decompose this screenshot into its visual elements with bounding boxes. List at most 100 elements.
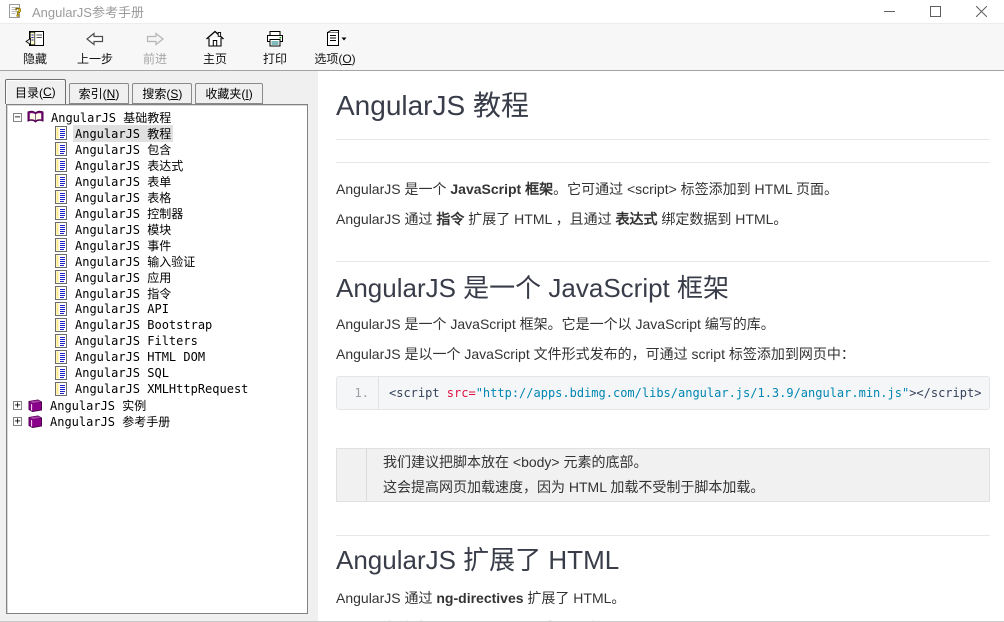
tree-item-label[interactable]: AngularJS Filters [73, 334, 200, 348]
tree-item-label[interactable]: AngularJS 输入验证 [73, 253, 197, 270]
forward-button-label: 前进 [143, 50, 167, 67]
code-line: <script src="http://apps.bdimg.com/libs/… [379, 377, 989, 409]
page-icon [55, 238, 68, 253]
extend-paragraph: AngularJS 通过 ng-directives 扩展了 HTML。 [336, 584, 990, 612]
tree-item-label[interactable]: AngularJS SQL [73, 366, 171, 380]
expand-icon[interactable]: + [13, 401, 22, 410]
options-button-label: 选项(O) [314, 50, 355, 67]
intro-paragraph: AngularJS 通过 指令 扩展了 HTML ，且通过 表达式 绑定数据到 … [336, 205, 990, 233]
tab-favorites[interactable]: 收藏夹(I) [195, 83, 262, 104]
framework-paragraph: AngularJS 是一个 JavaScript 框架。它是一个以 JavaSc… [336, 310, 990, 338]
tree-item[interactable]: AngularJS 包含 [9, 141, 305, 157]
page-icon [55, 302, 68, 317]
tree-item[interactable]: AngularJS 表单 [9, 173, 305, 189]
contents-tree: −AngularJS 基础教程AngularJS 教程AngularJS 包含A… [6, 104, 308, 614]
hide-button[interactable]: 隐藏 [6, 25, 64, 69]
tree-item[interactable]: AngularJS Bootstrap [9, 317, 305, 333]
page-icon [55, 190, 68, 205]
tree-item[interactable]: + AngularJS 参考手册 [9, 413, 305, 429]
tree-item[interactable]: AngularJS Filters [9, 333, 305, 349]
maximize-button[interactable] [912, 0, 958, 23]
tree-item[interactable]: AngularJS 模块 [9, 221, 305, 237]
print-button-label: 打印 [263, 50, 287, 67]
note-gutter [337, 449, 367, 501]
tree-item-label[interactable]: AngularJS HTML DOM [73, 350, 207, 364]
back-button[interactable]: 上一步 [66, 25, 124, 69]
home-button-label: 主页 [203, 50, 227, 67]
tree-item-label[interactable]: AngularJS 教程 [73, 125, 173, 142]
book-closed-icon [27, 415, 43, 428]
tree-item-label[interactable]: AngularJS 表单 [73, 173, 173, 190]
hide-icon [25, 28, 46, 50]
home-button[interactable]: 主页 [186, 25, 244, 69]
expand-icon[interactable]: + [13, 417, 22, 426]
page-icon [55, 366, 68, 381]
section-heading-framework: AngularJS 是一个 JavaScript 框架 [336, 273, 990, 304]
forward-button[interactable]: 前进 [126, 25, 184, 69]
nav-tabs: 目录(C) 索引(N) 搜索(S) 收藏夹(I) [5, 79, 266, 104]
tree-item-label[interactable]: AngularJS 应用 [73, 269, 173, 286]
print-icon [264, 28, 286, 50]
tab-contents[interactable]: 目录(C) [5, 79, 66, 104]
tree-item[interactable]: AngularJS 表格 [9, 189, 305, 205]
tree-item-label[interactable]: AngularJS 事件 [73, 237, 173, 254]
page-icon [55, 174, 68, 189]
page-icon [55, 318, 68, 333]
tree-item[interactable]: AngularJS 控制器 [9, 205, 305, 221]
collapse-icon[interactable]: − [13, 113, 22, 122]
page-title: AngularJS 教程 [336, 89, 990, 122]
tree-item-label[interactable]: AngularJS 参考手册 [48, 413, 172, 430]
tree-item-label[interactable]: AngularJS XMLHttpRequest [73, 382, 250, 396]
tree-item-label[interactable]: AngularJS 实例 [48, 397, 148, 414]
tree-item-label[interactable]: AngularJS 指令 [73, 285, 173, 302]
tree-item[interactable]: − AngularJS 基础教程 [9, 109, 305, 125]
page-icon [55, 126, 68, 141]
close-button[interactable] [958, 0, 1004, 23]
page-icon [55, 222, 68, 237]
tree-item-label[interactable]: AngularJS API [73, 302, 171, 316]
page-icon [55, 158, 68, 173]
tree-item[interactable]: AngularJS 输入验证 [9, 253, 305, 269]
divider [336, 139, 990, 140]
hide-button-label: 隐藏 [23, 50, 47, 67]
divider [336, 535, 990, 536]
tree-item[interactable]: + AngularJS 实例 [9, 397, 305, 413]
navigation-pane: 目录(C) 索引(N) 搜索(S) 收藏夹(I) − AngularJS 基础教程… [0, 71, 318, 621]
tree-item[interactable]: AngularJS 应用 [9, 269, 305, 285]
minimize-button[interactable] [866, 0, 912, 23]
print-button[interactable]: 打印 [246, 25, 304, 69]
page-icon [55, 382, 68, 397]
page-icon [55, 142, 68, 157]
window-title: AngularJS参考手册 [32, 2, 866, 21]
book-open-icon [27, 110, 44, 124]
tree-item-label[interactable]: AngularJS Bootstrap [73, 318, 214, 332]
extend-paragraph: ng-app 指令定义一个 AngularJS 应用程序 [336, 614, 990, 621]
tree-item-label[interactable]: AngularJS 控制器 [73, 205, 185, 222]
tree-item-label[interactable]: AngularJS 表格 [73, 189, 173, 206]
tree-item-label[interactable]: AngularJS 表达式 [73, 157, 185, 174]
tree-item[interactable]: AngularJS XMLHttpRequest [9, 381, 305, 397]
page-icon [55, 206, 68, 221]
forward-icon [144, 28, 166, 50]
page-icon [55, 286, 68, 301]
divider [336, 261, 990, 262]
tree-item[interactable]: AngularJS HTML DOM [9, 349, 305, 365]
tree-item[interactable]: AngularJS 指令 [9, 285, 305, 301]
tree-item[interactable]: AngularJS 表达式 [9, 157, 305, 173]
code-block: 1. <script src="http://apps.bdimg.com/li… [336, 376, 990, 410]
back-button-label: 上一步 [77, 50, 113, 67]
intro-paragraph: AngularJS 是一个 JavaScript 框架。它可通过 <script… [336, 175, 990, 203]
tree-item-label[interactable]: AngularJS 基础教程 [49, 109, 173, 126]
tree-item[interactable]: AngularJS 教程 [9, 125, 305, 141]
tree-item-label[interactable]: AngularJS 包含 [73, 141, 173, 158]
tree-item[interactable]: AngularJS API [9, 301, 305, 317]
tree-item-label[interactable]: AngularJS 模块 [73, 221, 173, 238]
note-text: 我们建议把脚本放在 <body> 元素的底部。这会提高网页加载速度，因为 HTM… [367, 449, 780, 501]
tree-item[interactable]: AngularJS SQL [9, 365, 305, 381]
tab-search[interactable]: 搜索(S) [132, 83, 192, 104]
tree-item[interactable]: AngularJS 事件 [9, 237, 305, 253]
back-icon [84, 28, 106, 50]
options-button[interactable]: 选项(O) [306, 25, 364, 69]
tab-index[interactable]: 索引(N) [69, 83, 130, 104]
page-icon [55, 334, 68, 349]
